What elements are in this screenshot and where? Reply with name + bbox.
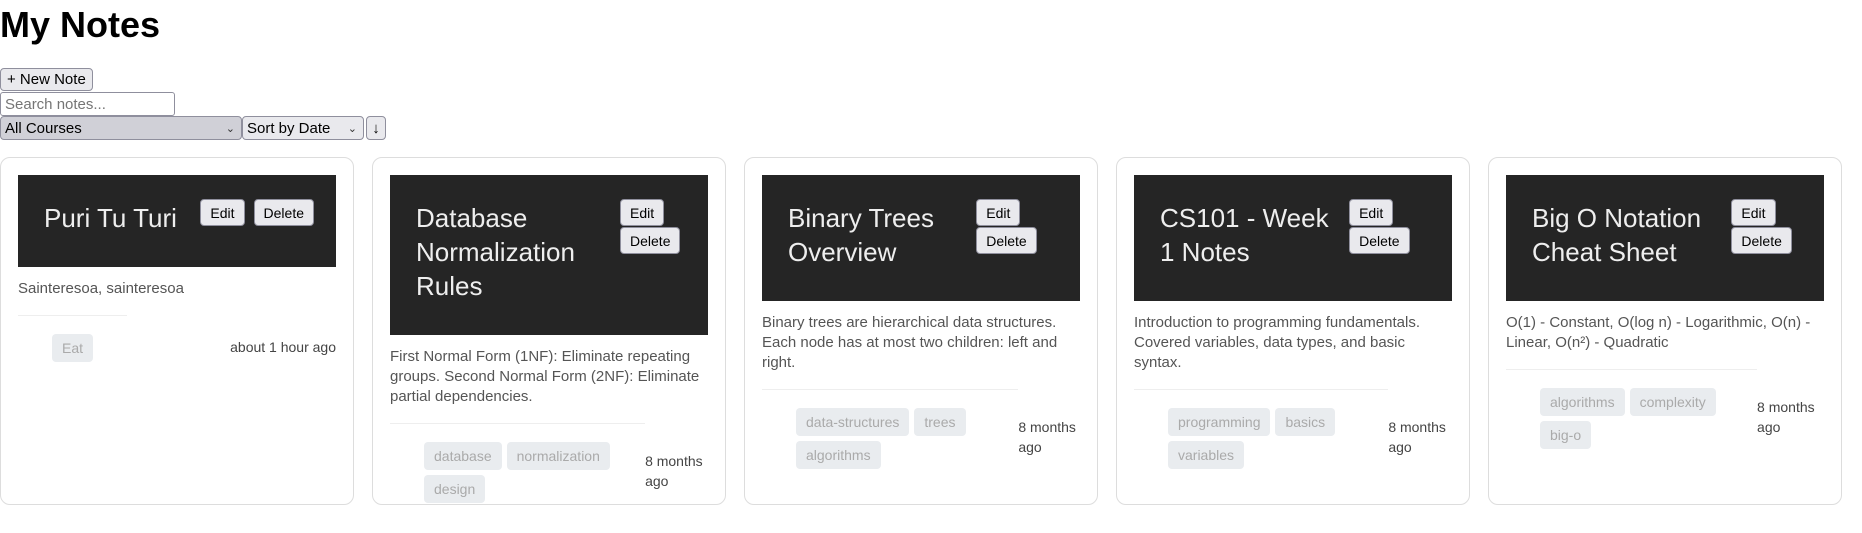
edit-button[interactable]: Edit <box>620 199 665 226</box>
note-title: Puri Tu Turi <box>44 203 177 233</box>
delete-button[interactable]: Delete <box>620 227 681 254</box>
search-input[interactable] <box>0 92 175 116</box>
tag-chip[interactable]: trees <box>914 408 966 436</box>
note-card: Big O Notation Cheat Sheet Edit Delete O… <box>1488 157 1842 505</box>
note-title: Database Normalization Rules <box>416 203 575 301</box>
delete-button[interactable]: Delete <box>253 199 314 226</box>
tag-chip[interactable]: data-structures <box>796 408 910 436</box>
note-actions: Edit Delete <box>976 199 1058 254</box>
note-card: Puri Tu Turi Edit Delete Sainteresoa, sa… <box>0 157 354 505</box>
sort-select[interactable]: Sort by Date ⌄ <box>242 116 364 140</box>
tag-list: Eat <box>18 315 128 378</box>
tag-chip[interactable]: algorithms <box>796 441 881 469</box>
tag-list: programming basics variables <box>1134 389 1389 485</box>
notes-grid: Puri Tu Turi Edit Delete Sainteresoa, sa… <box>0 157 1842 505</box>
delete-button[interactable]: Delete <box>1349 227 1410 254</box>
tag-chip[interactable]: basics <box>1275 408 1336 436</box>
note-content: Binary trees are hierarchical data struc… <box>762 314 1058 371</box>
tag-list: algorithms complexity big-o <box>1506 369 1758 465</box>
note-timestamp: 8 months ago <box>645 453 703 489</box>
note-content: Sainteresoa, sainteresoa <box>18 280 184 297</box>
note-card: Binary Trees Overview Edit Delete Binary… <box>744 157 1098 505</box>
chevron-down-icon: ⌄ <box>225 122 235 135</box>
chevron-down-icon: ⌄ <box>347 122 357 135</box>
tag-chip[interactable]: complexity <box>1629 388 1716 416</box>
page-title: My Notes <box>0 4 161 45</box>
edit-button[interactable]: Edit <box>976 199 1021 226</box>
delete-button[interactable]: Delete <box>976 227 1037 254</box>
note-card: Database Normalization Rules Edit Delete… <box>372 157 726 505</box>
note-actions: Edit Delete <box>1731 199 1802 254</box>
note-footer: data-structures trees algorithms 8 months … <box>762 389 1080 485</box>
tag-chip[interactable]: Eat <box>52 334 94 362</box>
sort-direction-button[interactable]: ↓ <box>366 116 386 140</box>
sort-value: Sort by Date <box>247 119 331 137</box>
edit-button[interactable]: Edit <box>200 199 245 226</box>
tag-chip[interactable]: algorithms <box>1540 388 1625 416</box>
note-footer: database normalization design 8 months ago <box>390 423 708 519</box>
delete-button[interactable]: Delete <box>1731 227 1792 254</box>
note-timestamp: 8 months ago <box>1018 419 1076 455</box>
note-content: Introduction to programming fundamentals… <box>1134 314 1420 371</box>
edit-button[interactable]: Edit <box>1349 199 1394 226</box>
note-timestamp: 8 months ago <box>1388 419 1446 455</box>
note-title: Binary Trees Overview <box>788 203 934 267</box>
new-note-button[interactable]: + New Note <box>0 68 93 91</box>
tag-chip[interactable]: variables <box>1168 441 1245 469</box>
note-content: O(1) - Constant, O(log n) - Logarithmic,… <box>1506 314 1811 351</box>
note-card: CS101 - Week 1 Notes Edit Delete Introdu… <box>1116 157 1470 505</box>
note-header: Big O Notation Cheat Sheet Edit Delete <box>1506 175 1824 301</box>
tag-chip[interactable]: big-o <box>1540 421 1592 449</box>
note-header: Database Normalization Rules Edit Delete <box>390 175 708 335</box>
edit-button[interactable]: Edit <box>1731 199 1776 226</box>
note-title: CS101 - Week 1 Notes <box>1160 203 1329 267</box>
tag-chip[interactable]: normalization <box>506 442 610 470</box>
note-timestamp: 8 months ago <box>1757 399 1815 435</box>
tag-chip[interactable]: programming <box>1168 408 1271 436</box>
note-header: Binary Trees Overview Edit Delete <box>762 175 1080 301</box>
note-actions: Edit Delete <box>620 199 686 254</box>
note-header: CS101 - Week 1 Notes Edit Delete <box>1134 175 1452 301</box>
course-filter-select[interactable]: All Courses ⌄ <box>0 116 242 140</box>
note-actions: Edit Delete <box>1349 199 1430 254</box>
tag-list: data-structures trees algorithms <box>762 389 1019 485</box>
tag-chip[interactable]: database <box>424 442 502 470</box>
note-footer: Eat about 1 hour ago <box>18 315 336 378</box>
note-header: Puri Tu Turi Edit Delete <box>18 175 336 267</box>
note-content: First Normal Form (1NF): Eliminate repea… <box>390 348 700 405</box>
tag-chip[interactable]: design <box>424 475 486 503</box>
course-filter-value: All Courses <box>5 119 82 137</box>
tag-list: database normalization design <box>390 423 646 519</box>
note-title: Big O Notation Cheat Sheet <box>1532 203 1702 267</box>
note-actions: Edit Delete <box>200 199 314 226</box>
note-footer: algorithms complexity big-o 8 months ago <box>1506 369 1824 465</box>
note-footer: programming basics variables 8 months ago <box>1134 389 1452 485</box>
note-timestamp: about 1 hour ago <box>230 338 336 355</box>
